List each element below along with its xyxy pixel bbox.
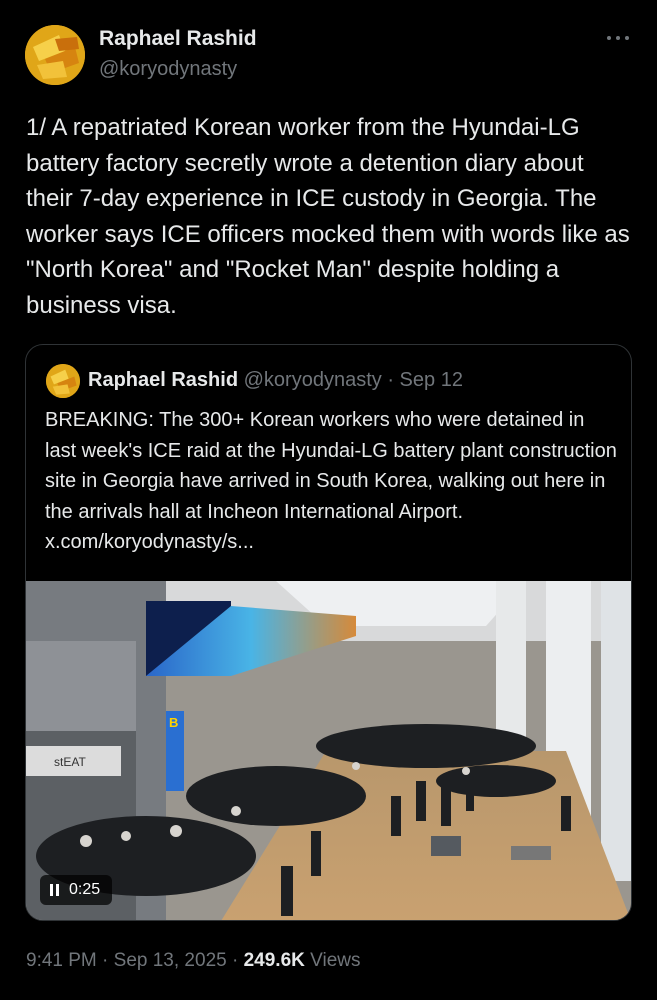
views-count: 249.6K xyxy=(243,950,305,971)
quote-author-avatar xyxy=(46,364,80,398)
video-player[interactable]: stEAT B 0:25 xyxy=(26,581,631,920)
author-avatar[interactable] xyxy=(25,25,85,85)
quote-separator: · xyxy=(387,369,394,391)
footer-separator: · xyxy=(102,950,109,971)
tweet-time[interactable]: 9:41 PM xyxy=(26,950,97,971)
airport-arrivals-image: stEAT B xyxy=(26,581,631,920)
store-sign-text: stEAT xyxy=(54,755,86,769)
quoted-tweet[interactable]: Raphael Rashid @koryodynasty · Sep 12 BR… xyxy=(25,344,632,921)
quote-date: Sep 12 xyxy=(399,369,463,391)
avatar-image xyxy=(25,25,85,85)
quote-text: BREAKING: The 300+ Korean workers who we… xyxy=(45,409,617,553)
pause-icon[interactable] xyxy=(50,884,59,896)
author-name[interactable]: Raphael Rashid xyxy=(99,27,257,51)
quote-header: Raphael Rashid @koryodynasty · Sep 12 xyxy=(88,369,463,392)
more-horizontal-icon[interactable] xyxy=(607,28,629,48)
quote-avatar-image xyxy=(46,364,80,398)
views-label: Views xyxy=(310,950,361,971)
tweet-date[interactable]: Sep 13, 2025 xyxy=(114,950,227,971)
quote-meta: @koryodynasty · Sep 12 xyxy=(244,369,463,391)
quote-author-name: Raphael Rashid xyxy=(88,369,239,391)
footer-separator: · xyxy=(231,950,239,971)
gate-sign-text: B xyxy=(169,715,178,730)
author-handle[interactable]: @koryodynasty xyxy=(99,58,237,81)
video-duration: 0:25 xyxy=(69,881,101,898)
tweet-footer: 9:41 PM · Sep 13, 2025 · 249.6K Views xyxy=(26,950,361,972)
quote-author-handle: @koryodynasty xyxy=(243,369,382,391)
video-timestamp-badge[interactable]: 0:25 xyxy=(40,875,113,905)
tweet-text: 1/ A repatriated Korean worker from the … xyxy=(26,114,630,319)
